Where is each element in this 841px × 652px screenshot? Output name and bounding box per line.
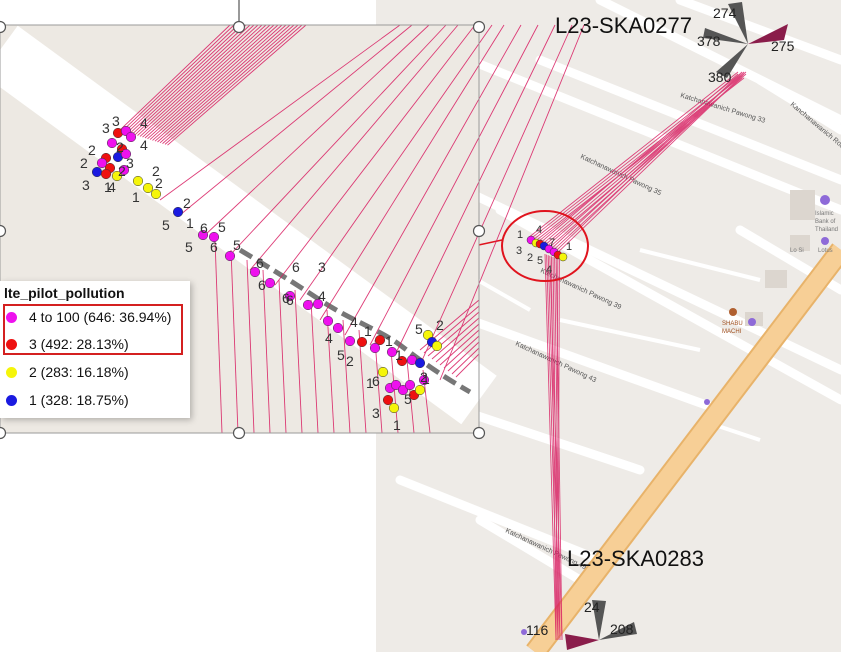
point-label: 3	[126, 155, 134, 171]
point-label: 6	[372, 373, 380, 389]
point-label: 5	[233, 237, 241, 253]
point-label: 6	[258, 277, 266, 293]
legend-item[interactable]: 1 (328: 18.75%)	[6, 389, 129, 411]
point-label: 3	[372, 405, 380, 421]
point-label: 5	[162, 217, 170, 233]
point-label: 6	[256, 255, 264, 271]
point-label: 5	[537, 255, 543, 267]
point-label: 4	[350, 314, 358, 330]
measurement-point	[404, 379, 416, 391]
point-label: 3	[112, 113, 120, 129]
measurement-point	[132, 175, 144, 187]
point-label: 5	[337, 347, 345, 363]
legend-title: lte_pilot_pollution	[4, 285, 125, 301]
site-label-top: L23-SKA0277	[555, 13, 692, 38]
legend-label: 1 (328: 18.75%)	[29, 392, 129, 408]
sector-label: 380	[708, 69, 732, 85]
point-label: 3	[82, 177, 90, 193]
point-label: 2	[118, 163, 126, 179]
measurement-point	[388, 402, 400, 414]
point-label: 1	[104, 179, 112, 195]
point-label: 2	[346, 353, 354, 369]
point-label: 1	[395, 347, 403, 363]
measurement-point	[374, 334, 386, 346]
point-label: 6	[292, 259, 300, 275]
point-label: 4	[140, 137, 148, 153]
measurement-point	[344, 335, 356, 347]
point-label: 1	[517, 229, 523, 241]
point-label: 5	[185, 239, 193, 255]
point-label: 1	[566, 241, 572, 253]
legend-swatch	[6, 338, 17, 350]
point-label: 6	[210, 239, 218, 255]
point-label: 2	[155, 175, 163, 191]
point-label: 6	[200, 220, 208, 236]
measurement-point	[91, 166, 103, 178]
measurement-point	[322, 315, 334, 327]
point-label: 4	[546, 264, 552, 276]
legend-label: 2 (283: 16.18%)	[29, 364, 129, 380]
point-label: 5	[404, 391, 412, 407]
point-label: 2	[183, 195, 191, 211]
point-label: 2	[88, 142, 96, 158]
legend-swatch	[6, 311, 17, 323]
point-label: 1	[385, 333, 393, 349]
poi-label: Islamic	[815, 211, 834, 217]
point-label: 2	[527, 252, 533, 264]
point-label: 2	[116, 139, 124, 155]
legend-swatch	[6, 366, 17, 378]
point-label: 7	[549, 237, 555, 249]
legend-panel: lte_pilot_pollution 4 to 100 (646: 36.94…	[0, 281, 190, 418]
point-label: 4	[318, 288, 326, 304]
sector-label: 208	[610, 621, 634, 637]
sector-label: 378	[697, 33, 721, 49]
point-label: 1	[422, 371, 430, 387]
point-label: 4	[325, 330, 333, 346]
legend-label: 3 (492: 28.13%)	[29, 336, 129, 352]
measurement-point	[302, 299, 314, 311]
sector-label: 274	[713, 5, 737, 21]
measurement-point	[172, 206, 184, 218]
legend-item[interactable]: 2 (283: 16.18%)	[6, 361, 129, 383]
point-label: 4	[536, 224, 542, 236]
poi-label: MACHI	[722, 329, 742, 335]
point-label: 2	[436, 317, 444, 333]
legend-item[interactable]: 4 to 100 (646: 36.94%)	[6, 306, 171, 328]
point-label: 5	[218, 219, 226, 235]
poi-label: Thailand	[815, 227, 838, 233]
point-label: 3	[318, 259, 326, 275]
sector-label: 116	[526, 622, 549, 638]
poi-label: SHABU	[722, 321, 743, 327]
point-label: 5	[415, 321, 423, 337]
point-label: 3	[516, 245, 522, 257]
point-label: 4	[140, 115, 148, 131]
measurement-point	[558, 252, 568, 262]
point-label: 6	[282, 290, 290, 306]
legend-swatch	[6, 394, 17, 406]
point-label: 1	[132, 189, 140, 205]
sector-label: 275	[771, 38, 795, 54]
measurement-point	[332, 322, 344, 334]
measurement-point	[264, 277, 276, 289]
point-label: 1	[186, 215, 194, 231]
poi-label: Lotus	[818, 248, 833, 254]
measurement-point	[125, 131, 137, 143]
point-label: 3	[102, 120, 110, 136]
legend-label: 4 to 100 (646: 36.94%)	[29, 309, 172, 325]
sector-label: 24	[584, 599, 600, 615]
measurement-point	[431, 340, 443, 352]
legend-item[interactable]: 3 (492: 28.13%)	[6, 333, 129, 355]
measurement-point	[382, 394, 394, 406]
point-label: 2	[80, 155, 88, 171]
point-label: 1	[393, 417, 401, 433]
measurement-point	[142, 182, 154, 194]
measurement-point	[100, 168, 112, 180]
point-label: 1	[364, 323, 372, 339]
poi-label: Lo Si	[790, 248, 804, 254]
measurement-point	[414, 357, 426, 369]
poi-label: Bank of	[815, 219, 836, 225]
site-label-bottom: L23-SKA0283	[567, 546, 704, 571]
